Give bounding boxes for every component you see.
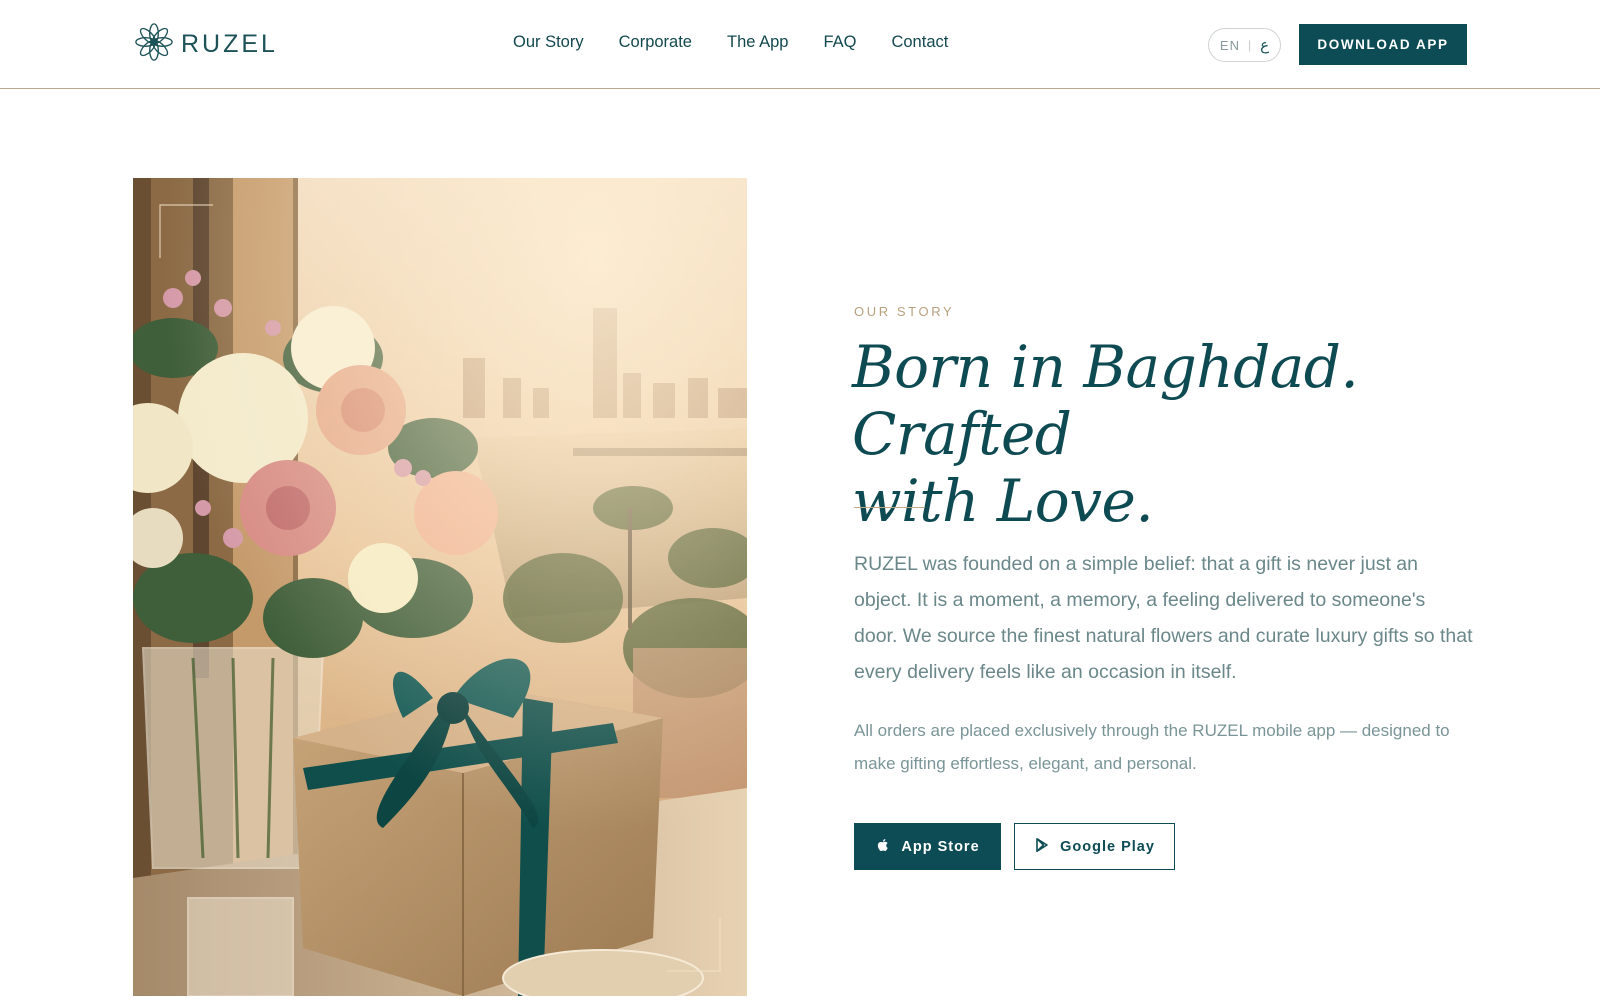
nav-item-our-story[interactable]: Our Story bbox=[513, 33, 584, 52]
app-store-button[interactable]: App Store bbox=[854, 823, 1001, 870]
nav-item-contact[interactable]: Contact bbox=[891, 33, 948, 52]
story-body-secondary: All orders are placed exclusively throug… bbox=[854, 721, 1450, 773]
site-header: RUZEL Our Story Corporate The App FAQ Co… bbox=[0, 0, 1600, 89]
nav-item-corporate[interactable]: Corporate bbox=[619, 33, 692, 52]
brand-logo[interactable]: RUZEL bbox=[133, 22, 278, 66]
google-play-button[interactable]: Google Play bbox=[1014, 823, 1175, 870]
nav-item-the-app[interactable]: The App bbox=[727, 33, 788, 52]
gold-divider bbox=[854, 507, 925, 508]
hero-image bbox=[133, 178, 747, 996]
story-headline-line1: Born in Baghdad. Crafted bbox=[852, 333, 1359, 468]
brand-name: RUZEL bbox=[181, 29, 278, 58]
section-eyebrow: OUR STORY bbox=[854, 304, 955, 319]
google-play-label: Google Play bbox=[1060, 838, 1155, 855]
lang-en[interactable]: EN bbox=[1220, 38, 1240, 53]
download-app-button[interactable]: DOWNLOAD APP bbox=[1299, 24, 1467, 65]
story-body-primary: RUZEL was founded on a simple belief: th… bbox=[854, 553, 1473, 683]
app-store-label: App Store bbox=[901, 838, 980, 855]
google-play-icon bbox=[1034, 837, 1050, 857]
nav-item-faq[interactable]: FAQ bbox=[823, 33, 856, 52]
lang-separator: | bbox=[1247, 38, 1253, 52]
lang-ar[interactable]: ع bbox=[1260, 36, 1269, 54]
story-headline: Born in Baghdad. Crafted with Love. bbox=[852, 334, 1492, 535]
story-headline-line2: with Love. bbox=[852, 467, 1154, 535]
lotus-flower-icon bbox=[133, 21, 175, 68]
main-nav: Our Story Corporate The App FAQ Contact bbox=[513, 33, 983, 52]
apple-icon bbox=[875, 837, 891, 857]
hero-photo-illustration bbox=[133, 178, 747, 996]
language-toggle[interactable]: EN | ع bbox=[1208, 28, 1281, 62]
